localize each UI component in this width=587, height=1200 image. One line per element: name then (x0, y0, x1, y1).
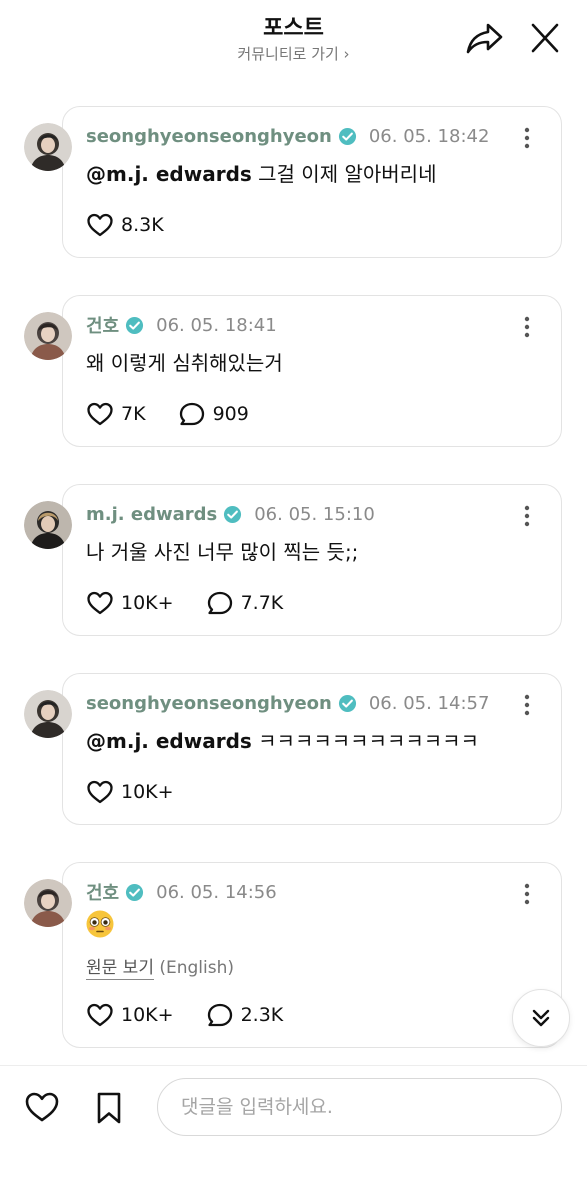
like-button[interactable]: 10K+ (86, 1002, 174, 1028)
avatar[interactable] (24, 501, 72, 549)
reply-button[interactable]: 909 (178, 401, 249, 427)
comment-text: @m.j. edwards ㅋㅋㅋㅋㅋㅋㅋㅋㅋㅋㅋㅋ (86, 725, 479, 754)
like-count: 10K+ (121, 1004, 174, 1026)
comment-header: seonghyeonseonghyeon 06. 05. 14:57 (86, 691, 489, 715)
comment-text: 왜 이렇게 심취해있는거 (86, 351, 283, 375)
comment-stats: 10K+ 7.7K (86, 590, 315, 616)
close-icon[interactable] (526, 20, 564, 56)
like-button[interactable]: 10K+ (86, 590, 174, 616)
comment-item: seonghyeonseonghyeon 06. 05. 18:42 @m.j.… (0, 106, 587, 261)
comment-stats: 8.3K (86, 212, 196, 238)
comment-header: seonghyeonseonghyeon 06. 05. 18:42 (86, 124, 489, 148)
avatar[interactable] (24, 879, 72, 927)
more-icon[interactable] (521, 694, 533, 716)
comment-header: 건호 06. 05. 18:41 (86, 312, 277, 338)
header: 포스트 커뮤니티로 가기 › (0, 0, 587, 86)
scroll-to-bottom-button[interactable] (512, 989, 570, 1047)
verified-badge-icon (338, 127, 356, 145)
more-icon[interactable] (521, 505, 533, 527)
reply-count: 2.3K (240, 1004, 284, 1026)
comment-username[interactable]: 건호 (86, 312, 119, 338)
comment-stats: 10K+ (86, 779, 206, 805)
comment-text: @m.j. edwards 그걸 이제 알아버리네 (86, 158, 436, 187)
avatar[interactable] (24, 690, 72, 738)
avatar[interactable] (24, 312, 72, 360)
comment-item: 건호 06. 05. 18:41 왜 이렇게 심취해있는거 7K 909 (0, 295, 587, 450)
comment-item: m.j. edwards 06. 05. 15:10 나 거울 사진 너무 많이… (0, 484, 587, 639)
heart-icon (87, 1003, 113, 1027)
comment-body: 그걸 이제 알아버리네 (251, 162, 437, 186)
reply-count: 909 (212, 403, 249, 425)
reply-button[interactable]: 2.3K (206, 1002, 284, 1028)
reply-icon (179, 402, 204, 426)
comment-card[interactable]: m.j. edwards 06. 05. 15:10 나 거울 사진 너무 많이… (62, 484, 562, 636)
comment-timestamp: 06. 05. 14:57 (368, 692, 490, 714)
reply-icon (207, 1003, 232, 1027)
comment-input[interactable] (157, 1078, 562, 1136)
like-count: 7K (121, 403, 146, 425)
comment-item: 건호 06. 05. 14:56 원문 보기 (English) 10K+ 2.… (0, 862, 587, 1048)
like-button[interactable]: 7K (86, 401, 146, 427)
comment-timestamp: 06. 05. 18:41 (156, 314, 277, 336)
avatar[interactable] (24, 123, 72, 171)
like-count: 10K+ (121, 592, 174, 614)
reply-count: 7.7K (240, 592, 284, 614)
comment-username[interactable]: m.j. edwards (86, 504, 217, 525)
reply-icon (207, 591, 232, 615)
comment-username[interactable]: seonghyeonseonghyeon (86, 693, 332, 714)
comment-text: 나 거울 사진 너무 많이 찍는 듯;; (86, 540, 359, 564)
verified-badge-icon (126, 883, 144, 901)
comment-body: ㅋㅋㅋㅋㅋㅋㅋㅋㅋㅋㅋㅋ (251, 729, 479, 753)
comment-header: 건호 06. 05. 14:56 (86, 879, 277, 905)
comment-username[interactable]: 건호 (86, 879, 119, 905)
translate-link[interactable]: 원문 보기 (English) (86, 953, 235, 980)
bottom-bar (0, 1065, 587, 1200)
reply-button[interactable]: 7.7K (206, 590, 284, 616)
heart-icon[interactable] (24, 1090, 60, 1124)
view-original-link[interactable]: 원문 보기 (86, 958, 154, 980)
more-icon[interactable] (521, 316, 533, 338)
verified-badge-icon (126, 316, 144, 334)
heart-icon (87, 780, 113, 804)
bookmark-icon[interactable] (94, 1091, 124, 1125)
like-button[interactable]: 8.3K (86, 212, 164, 238)
like-count: 8.3K (121, 214, 164, 236)
comment-card[interactable]: 건호 06. 05. 18:41 왜 이렇게 심취해있는거 7K 909 (62, 295, 562, 447)
comment-timestamp: 06. 05. 18:42 (368, 125, 490, 147)
heart-icon (87, 591, 113, 615)
verified-badge-icon (338, 694, 356, 712)
comment-card[interactable]: 건호 06. 05. 14:56 원문 보기 (English) 10K+ 2.… (62, 862, 562, 1048)
comment-item: seonghyeonseonghyeon 06. 05. 14:57 @m.j.… (0, 673, 587, 828)
like-button[interactable]: 10K+ (86, 779, 174, 805)
more-icon[interactable] (521, 883, 533, 905)
heart-icon (87, 213, 113, 237)
comment-card[interactable]: seonghyeonseonghyeon 06. 05. 18:42 @m.j.… (62, 106, 562, 258)
comment-header: m.j. edwards 06. 05. 15:10 (86, 502, 375, 526)
chevrons-down-icon (532, 1009, 550, 1027)
original-language: (English) (153, 958, 235, 978)
verified-badge-icon (224, 505, 242, 523)
like-count: 10K+ (121, 781, 174, 803)
more-icon[interactable] (521, 127, 533, 149)
comment-username[interactable]: seonghyeonseonghyeon (86, 126, 332, 147)
comment-stats: 10K+ 2.3K (86, 1002, 315, 1028)
comment-stats: 7K 909 (86, 401, 281, 427)
comment-timestamp: 06. 05. 14:56 (156, 881, 277, 903)
comment-card[interactable]: seonghyeonseonghyeon 06. 05. 14:57 @m.j.… (62, 673, 562, 825)
flushed-face-icon (86, 910, 114, 938)
comment-timestamp: 06. 05. 15:10 (254, 503, 375, 525)
comment-mention[interactable]: @m.j. edwards (86, 162, 252, 186)
share-icon[interactable] (464, 20, 504, 56)
comment-mention[interactable]: @m.j. edwards (86, 729, 252, 753)
heart-icon (87, 402, 113, 426)
